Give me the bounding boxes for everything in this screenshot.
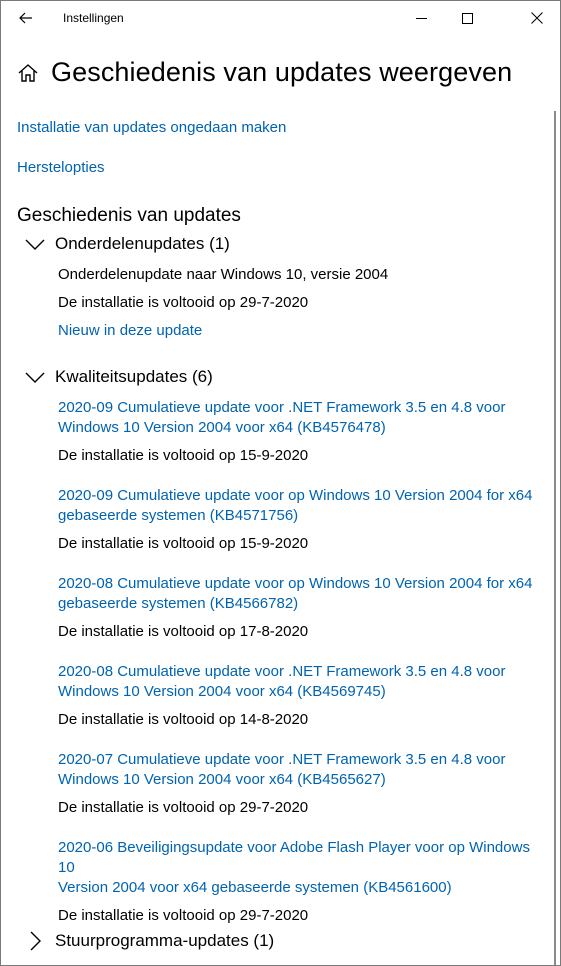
update-item: 2020-09 Cumulatieve update voor .NET Fra…	[58, 398, 548, 466]
close-button[interactable]	[514, 1, 560, 35]
update-link-line2[interactable]: Windows 10 Version 2004 voor x64 (KB4576…	[58, 418, 548, 438]
update-link-line2[interactable]: gebaseerde systemen (KB4566782)	[58, 594, 548, 614]
update-link-line1[interactable]: 2020-08 Cumulatieve update voor .NET Fra…	[58, 662, 548, 682]
maximize-button[interactable]	[444, 1, 490, 35]
minimize-icon	[415, 17, 427, 19]
page-title: Geschiedenis van updates weergeven	[51, 57, 513, 87]
settings-window: Instellingen Geschiedenis van updates we…	[0, 0, 561, 966]
update-status: De installatie is voltooid op 17-8-2020	[58, 623, 309, 640]
feature-update-status: De installatie is voltooid op 29-7-2020	[58, 294, 309, 311]
update-link-line1[interactable]: 2020-09 Cumulatieve update voor op Windo…	[58, 486, 548, 506]
feature-update-name: Onderdelenupdate naar Windows 10, versie…	[58, 266, 389, 283]
home-icon[interactable]	[17, 62, 39, 84]
back-button[interactable]	[9, 3, 43, 33]
quality-updates-header[interactable]: Kwaliteitsupdates (6)	[25, 367, 213, 387]
scrollbar[interactable]	[554, 111, 556, 965]
update-status: De installatie is voltooid op 15-9-2020	[58, 447, 309, 464]
driver-updates-header[interactable]: Stuurprogramma-updates (1)	[25, 931, 274, 951]
update-link-line1[interactable]: 2020-09 Cumulatieve update voor .NET Fra…	[58, 398, 548, 418]
update-link-line1[interactable]: 2020-06 Beveiligingsupdate voor Adobe Fl…	[58, 838, 548, 878]
update-item: 2020-09 Cumulatieve update voor op Windo…	[58, 486, 548, 554]
uninstall-updates-link[interactable]: Installatie van updates ongedaan maken	[17, 119, 286, 136]
chevron-right-icon	[30, 931, 41, 951]
update-link-line2[interactable]: gebaseerde systemen (KB4571756)	[58, 506, 548, 526]
driver-updates-title: Stuurprogramma-updates (1)	[55, 931, 275, 950]
recovery-options-link[interactable]: Herstelopties	[17, 159, 105, 176]
update-status: De installatie is voltooid op 14-8-2020	[58, 711, 309, 728]
update-item: 2020-08 Cumulatieve update voor op Windo…	[58, 574, 548, 642]
update-link-line2[interactable]: Windows 10 Version 2004 voor x64 (KB4569…	[58, 682, 548, 702]
window-title: Instellingen	[63, 11, 124, 25]
quality-updates-title: Kwaliteitsupdates (6)	[55, 367, 213, 386]
update-status: De installatie is voltooid op 29-7-2020	[58, 907, 309, 924]
update-item: 2020-08 Cumulatieve update voor .NET Fra…	[58, 662, 548, 730]
page-header: Geschiedenis van updates weergeven	[17, 57, 512, 88]
feature-updates-header[interactable]: Onderdelenupdates (1)	[25, 234, 230, 254]
close-icon	[531, 12, 543, 24]
title-bar: Instellingen	[1, 1, 560, 35]
update-link-line1[interactable]: 2020-08 Cumulatieve update voor op Windo…	[58, 574, 548, 594]
back-arrow-icon	[19, 12, 32, 24]
update-item: 2020-06 Beveiligingsupdate voor Adobe Fl…	[58, 838, 548, 926]
maximize-icon	[461, 12, 473, 24]
history-section-title: Geschiedenis van updates	[17, 205, 241, 226]
minimize-button[interactable]	[398, 1, 444, 35]
whats-new-link[interactable]: Nieuw in deze update	[58, 322, 202, 339]
chevron-down-icon	[25, 239, 45, 250]
update-status: De installatie is voltooid op 15-9-2020	[58, 535, 309, 552]
update-status: De installatie is voltooid op 29-7-2020	[58, 799, 309, 816]
feature-updates-title: Onderdelenupdates (1)	[55, 234, 230, 253]
update-item: 2020-07 Cumulatieve update voor .NET Fra…	[58, 750, 548, 818]
update-link-line1[interactable]: 2020-07 Cumulatieve update voor .NET Fra…	[58, 750, 548, 770]
chevron-down-icon	[25, 372, 45, 383]
update-link-line2[interactable]: Windows 10 Version 2004 voor x64 (KB4565…	[58, 770, 548, 790]
update-link-line2[interactable]: Version 2004 voor x64 gebaseerde systeme…	[58, 878, 548, 898]
